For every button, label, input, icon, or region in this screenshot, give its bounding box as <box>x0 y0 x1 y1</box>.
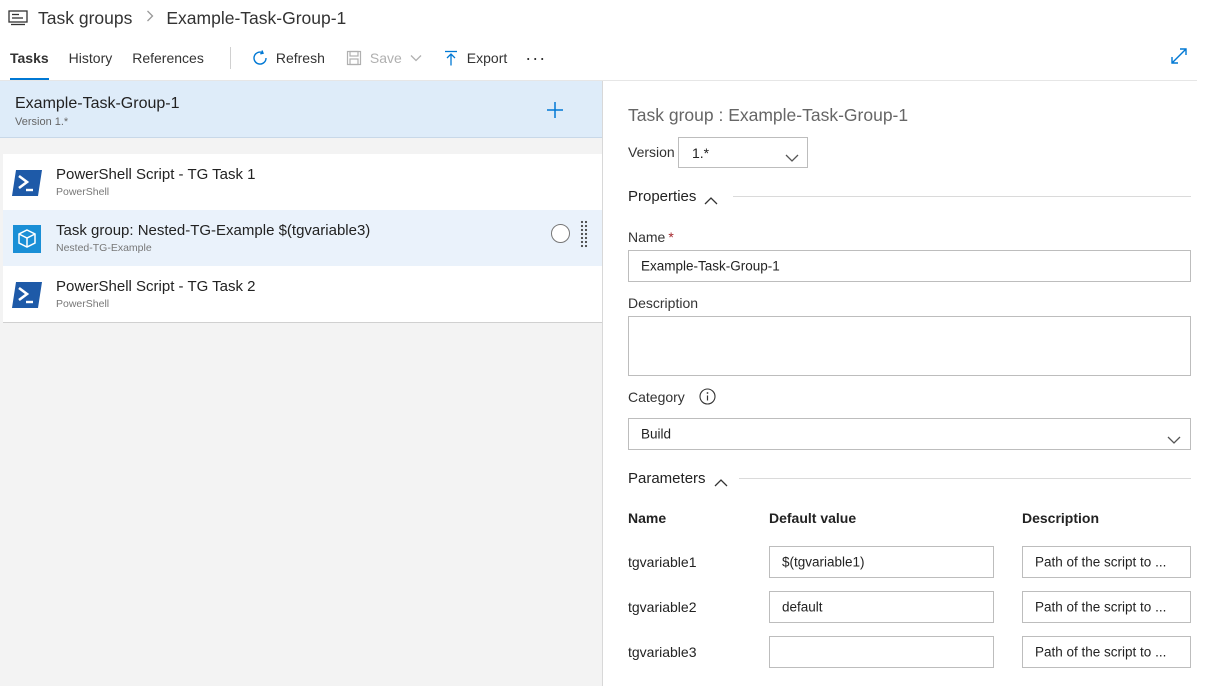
pane-divider[interactable] <box>602 81 603 686</box>
refresh-button[interactable]: Refresh <box>241 42 335 74</box>
param-default-value: default <box>782 599 823 615</box>
chevron-up-icon <box>704 192 718 205</box>
description-label: Description <box>628 295 699 311</box>
param-default-input[interactable]: default <box>769 591 994 623</box>
task-subtitle: Nested-TG-Example <box>56 242 152 254</box>
add-task-button[interactable] <box>544 99 566 121</box>
breadcrumb-current: Example-Task-Group-1 <box>166 7 347 28</box>
parameters-divider <box>739 478 1191 479</box>
category-dropdown[interactable]: Build <box>628 418 1191 450</box>
param-description-column-header: Description <box>1022 510 1100 526</box>
param-description-input[interactable]: Path of the script to ... <box>1022 546 1191 578</box>
param-description-value: Path of the script to ... <box>1035 644 1167 660</box>
info-icon[interactable] <box>699 388 716 405</box>
export-label: Export <box>466 50 508 66</box>
version-dropdown[interactable]: 1.* <box>678 137 808 168</box>
param-default-input[interactable]: $(tgvariable1) <box>769 546 994 578</box>
refresh-icon <box>251 49 269 67</box>
name-field[interactable]: Example-Task-Group-1 <box>628 250 1191 282</box>
param-default-input[interactable] <box>769 636 994 668</box>
name-label-text: Name <box>628 229 666 245</box>
drag-handle-icon[interactable] <box>580 220 588 250</box>
export-icon <box>442 49 460 67</box>
powershell-icon <box>11 280 43 310</box>
powershell-icon <box>11 168 43 198</box>
param-default-column-header: Default value <box>769 510 857 526</box>
task-item[interactable]: PowerShell Script - TG Task 1 PowerShell <box>3 154 602 210</box>
param-description-value: Path of the script to ... <box>1035 599 1167 615</box>
refresh-label: Refresh <box>275 50 325 66</box>
export-button[interactable]: Export <box>432 42 517 74</box>
expand-icon[interactable] <box>1169 46 1189 66</box>
parameters-section-header[interactable]: Parameters <box>628 467 728 489</box>
task-group-version: Version 1.* <box>15 116 69 128</box>
param-description-input[interactable]: Path of the script to ... <box>1022 591 1191 623</box>
task-subtitle: PowerShell <box>56 186 110 198</box>
task-title: Task group: Nested-TG-Example $(tgvariab… <box>56 222 371 239</box>
required-indicator: * <box>668 229 674 245</box>
task-item[interactable]: PowerShell Script - TG Task 2 PowerShell <box>3 266 602 322</box>
save-label: Save <box>369 50 402 66</box>
param-name: tgvariable1 <box>628 554 697 570</box>
task-item[interactable]: Task group: Nested-TG-Example $(tgvariab… <box>3 210 602 266</box>
details-title: Task group : Example-Task-Group-1 <box>628 105 909 125</box>
tab-history[interactable]: History <box>59 42 123 74</box>
task-list: PowerShell Script - TG Task 1 PowerShell… <box>3 154 602 323</box>
task-title: PowerShell Script - TG Task 1 <box>56 166 256 183</box>
param-default-value: $(tgvariable1) <box>782 554 865 570</box>
version-label: Version <box>628 144 675 160</box>
name-field-value: Example-Task-Group-1 <box>641 258 780 274</box>
task-select-radio[interactable] <box>551 224 570 243</box>
breadcrumb-task-groups-link[interactable]: Task groups <box>38 8 132 29</box>
task-group-title: Example-Task-Group-1 <box>15 95 180 112</box>
tab-references[interactable]: References <box>122 42 214 74</box>
properties-heading: Properties <box>628 187 697 205</box>
task-group-icon <box>11 224 43 254</box>
param-name-column-header: Name <box>628 510 667 526</box>
properties-divider <box>733 196 1191 197</box>
task-group-header[interactable]: Example-Task-Group-1 Version 1.* <box>0 81 602 138</box>
name-label: Name * <box>628 229 674 245</box>
chevron-right-icon <box>146 9 154 27</box>
category-label: Category <box>628 389 685 405</box>
toolbar: Tasks History References Refresh Save Ex… <box>0 42 1205 80</box>
version-value: 1.* <box>692 145 710 161</box>
chevron-down-icon <box>785 149 799 162</box>
task-list-pane: Example-Task-Group-1 Version 1.* PowerSh… <box>0 81 602 686</box>
save-button[interactable]: Save <box>335 42 432 74</box>
param-description-value: Path of the script to ... <box>1035 554 1167 570</box>
toolbar-divider <box>229 47 231 69</box>
task-title: PowerShell Script - TG Task 2 <box>56 278 256 295</box>
tab-tasks[interactable]: Tasks <box>0 42 59 80</box>
param-name: tgvariable3 <box>628 644 697 660</box>
parameters-heading: Parameters <box>628 469 706 487</box>
task-groups-icon <box>8 9 28 27</box>
task-subtitle: PowerShell <box>56 298 110 310</box>
save-icon <box>345 49 363 67</box>
properties-section-header[interactable]: Properties <box>628 185 718 207</box>
more-actions-button[interactable]: ··· <box>517 42 554 74</box>
chevron-down-icon <box>410 54 422 62</box>
param-name: tgvariable2 <box>628 599 697 615</box>
breadcrumb: Task groups Example-Task-Group-1 <box>8 0 346 36</box>
chevron-up-icon <box>714 474 728 487</box>
chevron-down-icon <box>1167 431 1181 444</box>
category-value: Build <box>641 426 672 442</box>
param-description-input[interactable]: Path of the script to ... <box>1022 636 1191 668</box>
description-field[interactable] <box>628 316 1191 376</box>
